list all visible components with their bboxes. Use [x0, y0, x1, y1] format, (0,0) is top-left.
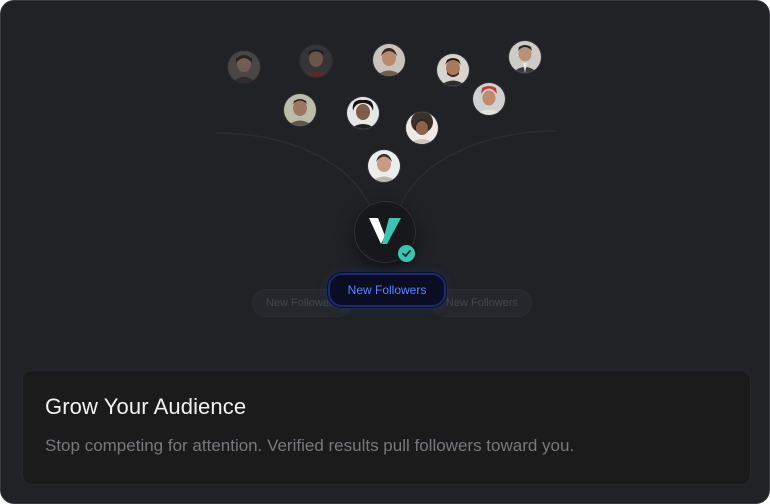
follower-avatar — [300, 45, 332, 77]
v-logo-icon — [369, 218, 401, 244]
new-followers-badge: New Followers — [328, 273, 446, 307]
follower-avatar — [368, 150, 400, 182]
info-panel: Grow Your Audience Stop competing for at… — [22, 370, 751, 485]
follower-avatar — [373, 44, 405, 76]
check-badge-icon — [396, 243, 417, 264]
follower-avatar — [509, 41, 541, 73]
card-description: Stop competing for attention. Verified r… — [45, 436, 575, 455]
card-title: Grow Your Audience — [45, 394, 247, 419]
follower-avatar — [406, 112, 438, 144]
followers-illustration: New Followers New Followers New Follower… — [1, 1, 769, 369]
follower-avatar — [437, 54, 469, 86]
follower-avatar — [284, 94, 316, 126]
follower-avatar — [228, 51, 260, 83]
feature-card: New Followers New Followers New Follower… — [0, 0, 770, 504]
ghost-badge: New Followers — [432, 289, 532, 317]
follower-avatar — [347, 97, 379, 129]
follower-avatar — [473, 83, 505, 115]
